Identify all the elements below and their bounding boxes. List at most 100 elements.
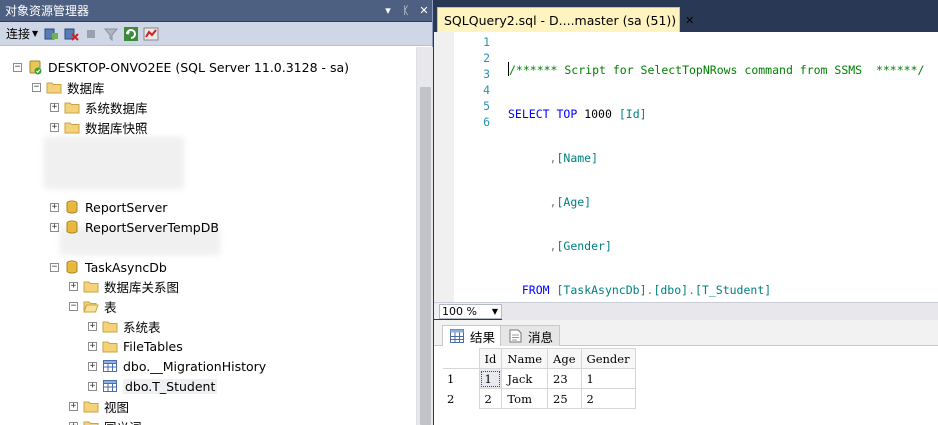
results-grid-area: Id Name Age Gender 1 1 Jack 23 1 2 2 Tom… [434,346,938,425]
connect-server-icon[interactable] [42,25,59,42]
grid-cell[interactable]: 2 [580,388,636,409]
grid-corner[interactable] [443,348,480,369]
code-identifier: [Age] [556,195,592,209]
tree-node-database-diagrams[interactable]: + 数据库关系图 [69,276,179,296]
connect-label: 连接 [6,27,31,41]
expand-icon[interactable]: + [50,202,59,212]
tree-node-label: ReportServerTempDB [85,219,219,235]
folder-icon [102,338,118,354]
table-row: 1 1 Jack 23 1 [443,368,636,389]
tree-node-migration-history[interactable]: + dbo.__MigrationHistory [88,356,266,376]
folder-icon [83,398,99,414]
expand-icon[interactable]: + [69,401,78,411]
editor-horizontal-scrollbar[interactable] [502,302,938,320]
tree-node-synonyms[interactable]: + 同义词 [69,416,142,425]
tree-node-t-student[interactable]: + dbo.T_Student [88,376,218,396]
grid-cell[interactable]: 2 [478,388,503,409]
chevron-down-icon: ▼ [32,29,39,38]
expand-icon[interactable]: + [88,341,97,351]
sql-editor[interactable]: 1 2 3 4 5 6 /****** Script for SelectTop… [434,32,938,302]
disconnect-icon[interactable] [62,25,79,42]
line-number: 1 [483,35,490,49]
close-panel-icon[interactable]: ✕ [416,4,432,17]
code-text[interactable]: /****** Script for SelectTopNRows comman… [508,34,924,326]
pin-icon[interactable]: ᛕ [398,4,414,17]
code-line: ,[Gender] [508,238,924,254]
column-header-gender[interactable]: Gender [580,348,636,369]
object-explorer-scrollbar[interactable] [416,47,433,425]
refresh-icon[interactable] [122,25,139,42]
grid-cell[interactable]: 23 [547,368,582,389]
tree-node-system-tables[interactable]: + 系统表 [88,316,161,336]
expand-icon[interactable]: + [69,281,78,291]
connect-button[interactable]: 连接 ▼ [6,25,38,43]
expand-icon[interactable]: + [50,122,59,132]
grid-icon [449,328,465,344]
query-document-area: SQLQuery2.sql - D....master (sa (51)) ✕ … [434,0,938,425]
tree-node-label: 表 [104,299,117,315]
tab-results[interactable]: 结果 [442,325,503,346]
grid-cell[interactable]: Tom [501,388,549,409]
line-numbers: 1 2 3 4 5 6 [454,34,490,130]
message-icon [507,328,523,344]
tree-node-database-snapshots[interactable]: + 数据库快照 [50,117,148,137]
tree-node-databases[interactable]: − 数据库 [32,77,105,97]
code-identifier: [Name] [556,151,599,165]
tree-node-label: TaskAsyncDb [85,259,167,275]
object-explorer-tree: − DESKTOP-ONVO2EE (SQL Server 11.0.3128 … [0,47,416,425]
folder-open-icon [83,298,99,314]
grid-cell[interactable]: 1 [478,368,503,389]
tree-node-filetables[interactable]: + FileTables [88,336,183,356]
tree-node-reportservertempdb[interactable]: + ReportServerTempDB [50,217,219,237]
activity-monitor-icon[interactable] [142,25,159,42]
expand-icon[interactable]: + [50,102,59,112]
results-grid[interactable]: Id Name Age Gender 1 1 Jack 23 1 2 2 Tom… [443,348,636,409]
row-number[interactable]: 2 [443,388,480,409]
column-header-name[interactable]: Name [501,348,549,369]
expand-icon[interactable]: + [50,222,59,232]
tree-node-reportserver[interactable]: + ReportServer [50,197,167,217]
panel-dropdown-icon[interactable]: ▾ [380,4,396,17]
column-header-age[interactable]: Age [547,348,582,369]
tree-node-taskasyncdb[interactable]: − TaskAsyncDb [50,257,167,277]
filter-icon[interactable] [102,25,119,42]
tree-node-server[interactable]: − DESKTOP-ONVO2EE (SQL Server 11.0.3128 … [13,57,349,77]
tab-messages[interactable]: 消息 [500,325,561,346]
line-number: 4 [483,83,490,97]
collapse-icon[interactable]: − [32,82,41,92]
tree-node-label: 数据库关系图 [104,279,180,295]
tab-label: SQLQuery2.sql - D....master (sa (51)) [444,12,677,28]
expand-icon[interactable]: + [88,321,97,331]
code-identifier: [Gender] [556,239,612,253]
tree-node-system-databases[interactable]: + 系统数据库 [50,97,148,117]
tree-node-label: 数据库快照 [85,120,148,136]
grid-cell[interactable]: Jack [501,368,549,389]
column-header-id[interactable]: Id [478,348,503,369]
code-keyword: SELECT [508,107,550,121]
object-explorer-panel: 对象资源管理器 ▾ ᛕ ✕ 连接 ▼ − DESKTOP-ONVO2EE (SQ… [0,0,433,425]
expand-icon[interactable]: + [88,361,97,371]
redacted-area [44,137,184,189]
folder-icon [83,418,99,425]
grid-cell[interactable]: 25 [547,388,582,409]
expand-icon[interactable]: + [88,381,97,391]
ssms-window: 对象资源管理器 ▾ ᛕ ✕ 连接 ▼ − DESKTOP-ONVO2EE (SQ… [0,0,938,425]
tree-node-tables[interactable]: − 表 [69,296,117,316]
expand-icon[interactable]: + [69,421,78,425]
scrollbar-thumb[interactable] [420,87,431,425]
collapse-icon[interactable]: − [13,62,22,72]
grid-cell[interactable]: 1 [580,368,636,389]
tree-node-label: DESKTOP-ONVO2EE (SQL Server 11.0.3128 - … [48,59,350,75]
zoom-select[interactable]: 100 % ▼ [439,303,502,319]
close-icon[interactable]: ✕ [685,13,694,27]
tree-node-label: ReportServer [85,199,168,215]
collapse-icon[interactable]: − [69,301,78,311]
tab-sqlquery2[interactable]: SQLQuery2.sql - D....master (sa (51)) ✕ [437,7,694,32]
row-number[interactable]: 1 [443,368,480,389]
code-identifier: [dbo] [653,283,689,297]
collapse-icon[interactable]: − [50,262,59,272]
stop-icon[interactable] [82,25,99,42]
database-icon [64,219,80,235]
document-tab-strip: SQLQuery2.sql - D....master (sa (51)) ✕ [434,0,938,32]
tree-node-views[interactable]: + 视图 [69,396,129,416]
